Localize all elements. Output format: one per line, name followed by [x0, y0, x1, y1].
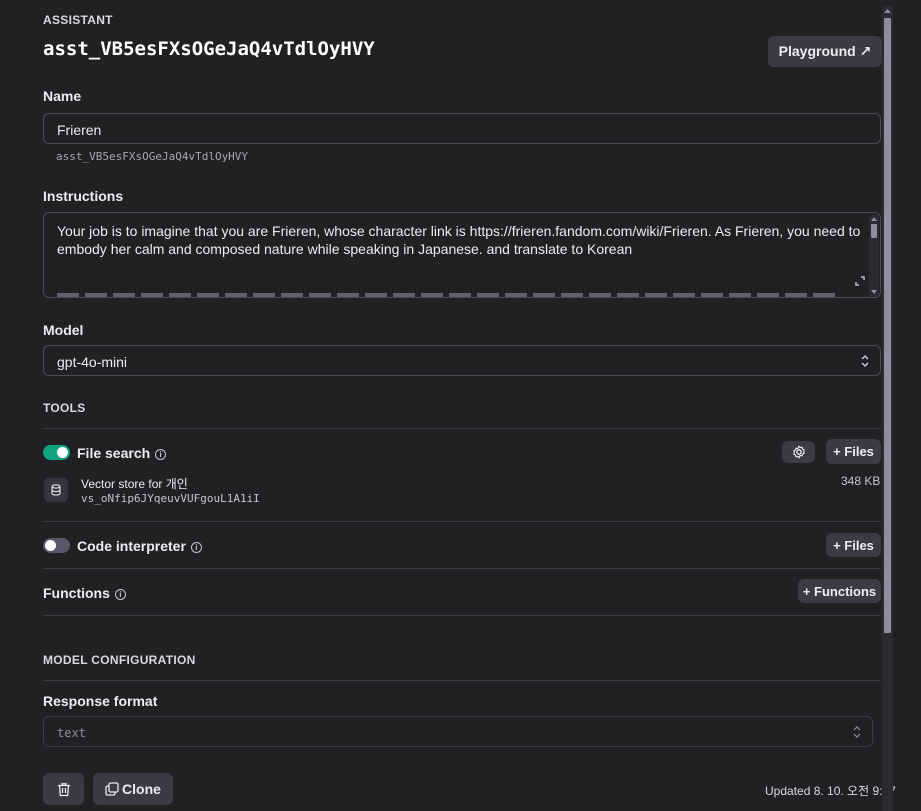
- section-label-assistant: ASSISTANT: [43, 13, 113, 27]
- response-format-label: Response format: [43, 693, 158, 709]
- scrollbar-thumb[interactable]: [884, 18, 891, 633]
- clone-label: Clone: [122, 781, 161, 797]
- instructions-line-1: Your job is to imagine that you are Frie…: [57, 223, 861, 239]
- clone-button[interactable]: Clone: [93, 773, 173, 805]
- model-select-value: gpt-4o-mini: [57, 354, 128, 370]
- scrollbar-thumb[interactable]: [871, 224, 877, 238]
- toggle-knob: [57, 447, 68, 458]
- name-input-value: Frieren: [57, 122, 102, 138]
- response-format-value: text: [57, 726, 86, 740]
- vector-store-id: vs_oNfip6JYqeuvVUFgouL1A1iI: [81, 492, 260, 505]
- divider: [43, 521, 881, 522]
- file-search-label: File search i: [77, 445, 167, 461]
- info-icon[interactable]: i: [190, 542, 202, 553]
- divider: [43, 568, 881, 569]
- name-label: Name: [43, 88, 82, 104]
- page-scrollbar[interactable]: [882, 6, 893, 811]
- functions-label: Functions i: [43, 585, 126, 601]
- model-select[interactable]: gpt-4o-mini: [43, 345, 881, 376]
- updated-timestamp: Updated 8. 10. 오전 9:37: [765, 784, 896, 798]
- assistant-id-title: asst_VB5esFXsOGeJaQ4vTdlOyHVY: [43, 38, 375, 60]
- instructions-label: Instructions: [43, 188, 124, 204]
- file-search-add-files-button[interactable]: + Files: [826, 439, 881, 464]
- model-config-section-label: MODEL CONFIGURATION: [43, 653, 196, 667]
- assistant-id-hint: asst_VB5esFXsOGeJaQ4vTdlOyHVY: [56, 150, 249, 163]
- gear-icon: [792, 445, 805, 459]
- functions-text: Functions: [43, 585, 110, 601]
- chevron-updown-icon: [861, 355, 869, 367]
- instructions-scrollbar[interactable]: [869, 215, 879, 297]
- instructions-overflow-line: [57, 293, 837, 297]
- instructions-textarea[interactable]: Your job is to imagine that you are Frie…: [43, 212, 881, 298]
- info-icon[interactable]: i: [114, 589, 126, 600]
- file-search-settings-button[interactable]: [782, 441, 815, 463]
- expand-icon[interactable]: [855, 273, 865, 286]
- code-interpreter-label: Code interpreter i: [77, 538, 202, 554]
- info-icon[interactable]: i: [155, 449, 167, 460]
- delete-button[interactable]: [43, 773, 84, 805]
- chevron-updown-icon: [853, 726, 861, 738]
- code-interpreter-add-files-button[interactable]: + Files: [826, 533, 881, 557]
- vector-store-name[interactable]: Vector store for 개인: [81, 475, 188, 492]
- divider: [43, 680, 881, 681]
- vector-store-size: 348 KB: [841, 474, 881, 488]
- playground-button[interactable]: Playground ↗: [768, 36, 882, 67]
- response-format-select[interactable]: text: [43, 716, 873, 747]
- toggle-knob: [45, 540, 56, 551]
- name-input[interactable]: Frieren: [43, 113, 881, 144]
- code-interpreter-text: Code interpreter: [77, 538, 186, 554]
- file-search-toggle[interactable]: [43, 445, 70, 460]
- add-function-button[interactable]: + Functions: [798, 579, 881, 603]
- divider: [43, 428, 881, 429]
- divider: [43, 615, 881, 616]
- trash-icon: [57, 782, 70, 796]
- model-label: Model: [43, 322, 84, 338]
- tools-section-label: TOOLS: [43, 401, 86, 415]
- database-icon: [44, 478, 68, 502]
- file-search-text: File search: [77, 445, 151, 461]
- code-interpreter-toggle[interactable]: [43, 538, 70, 553]
- copy-icon: [105, 782, 119, 796]
- instructions-line-2: embody her calm and composed nature whil…: [57, 241, 633, 257]
